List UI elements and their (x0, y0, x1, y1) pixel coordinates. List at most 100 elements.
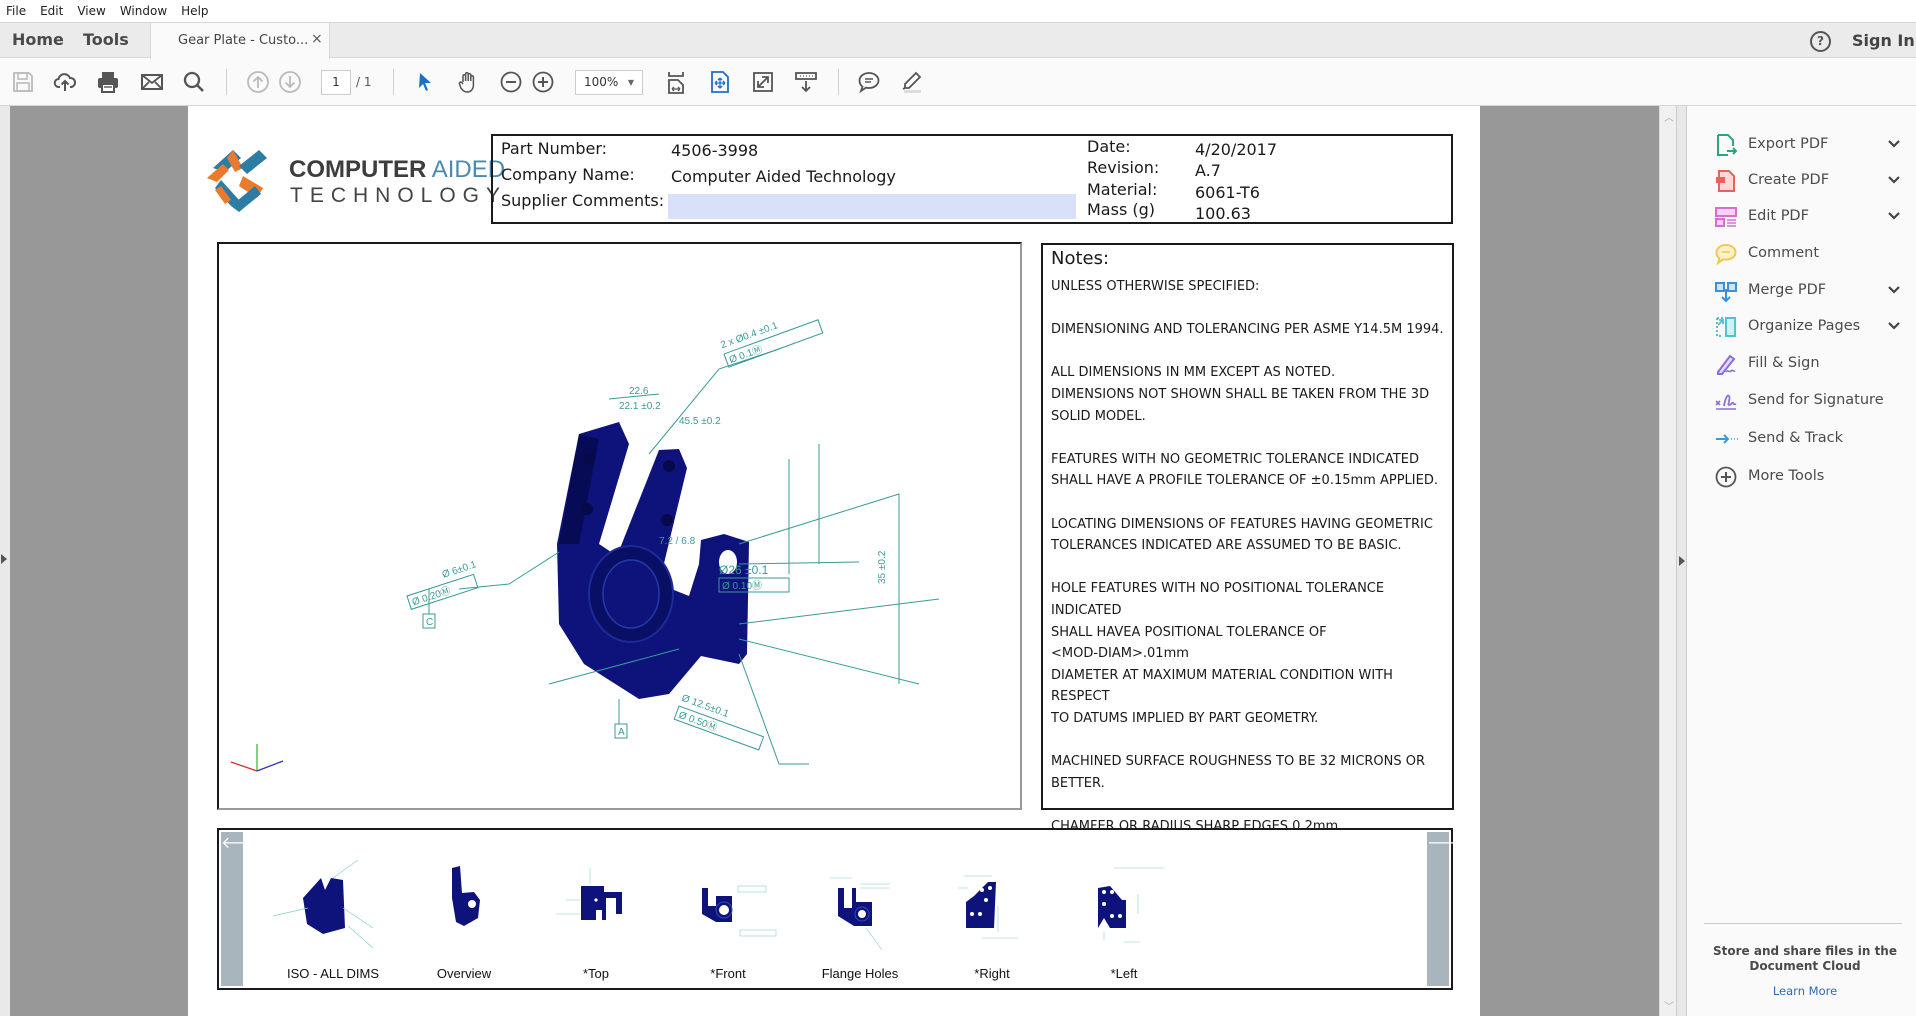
datum-a: A (618, 727, 625, 738)
search-icon[interactable] (181, 69, 207, 95)
help-icon[interactable]: ? (1810, 31, 1831, 52)
right-panel-toggle[interactable] (1676, 106, 1687, 1016)
note-line: SHALL HAVE A PROFILE TOLERANCE OF ±0.15m… (1051, 473, 1438, 489)
tool-item-label: Fill & Sign (1748, 355, 1820, 371)
note-line (1051, 341, 1444, 363)
sign-in-button[interactable]: Sign In (1852, 31, 1915, 50)
view-thumbnail[interactable]: ISO - ALL DIMS (263, 838, 403, 986)
note-line: BETTER. (1051, 775, 1105, 791)
full-screen-icon[interactable] (750, 69, 776, 95)
export-pdf-icon (1717, 134, 1738, 156)
tool-item-comment[interactable]: Comment (1687, 236, 1916, 272)
title-block: Part Number: 4506-3998 Company Name: Com… (491, 134, 1453, 224)
mass-label: Mass (g) (1087, 200, 1156, 219)
page-total: / 1 (356, 75, 372, 89)
tab-document[interactable]: Gear Plate - Custo... × (150, 23, 330, 59)
menu-view[interactable]: View (77, 4, 105, 18)
previous-view-arrow-icon[interactable]: 🡐 (221, 832, 264, 986)
tool-item-create-pdf[interactable]: Create PDF (1687, 163, 1916, 199)
chevron-down-icon[interactable] (1885, 171, 1903, 189)
tool-item-more-tools[interactable]: More Tools (1687, 459, 1916, 495)
tool-item-label: Create PDF (1748, 172, 1830, 188)
more-tools-icon (1715, 466, 1737, 488)
vertical-scrollbar[interactable]: ︿ ﹀ (1659, 106, 1676, 1016)
collapse-right-panel-icon[interactable] (1679, 556, 1685, 566)
view-thumbnail[interactable]: *Left (1054, 838, 1194, 986)
notes-panel: Notes: UNLESS OTHERWISE SPECIFIED: DIMENS… (1041, 243, 1454, 834)
scroll-up-icon[interactable]: ︿ (1664, 109, 1674, 124)
view-thumbnail[interactable]: *Front (658, 838, 798, 986)
tool-item-fill-sign[interactable]: Fill & Sign (1687, 346, 1916, 382)
chevron-down-icon[interactable] (1885, 281, 1903, 299)
3d-model-drawing[interactable]: 2 x Ø0.4 ±0.1 Ø 0.1Ⓜ Ø 6±0.1 Ø 0.20Ⓜ Ø 1… (219, 244, 1022, 810)
email-icon[interactable] (139, 69, 165, 95)
previous-page-icon[interactable] (245, 69, 271, 95)
material-label: Material: (1087, 180, 1158, 199)
note-line: FEATURES WITH NO GEOMETRIC TOLERANCE IND… (1051, 451, 1419, 467)
close-tab-icon[interactable]: × (311, 31, 323, 47)
note-line: SOLID MODEL. (1051, 408, 1146, 424)
part-solid[interactable] (557, 422, 749, 699)
tool-item-edit-pdf[interactable]: Edit PDF (1687, 199, 1916, 235)
note-line: MACHINED SURFACE ROUGHNESS TO BE 32 MICR… (1051, 754, 1426, 770)
create-pdf-icon (1716, 170, 1735, 192)
next-view-arrow-icon[interactable]: 🡒 (1427, 832, 1470, 986)
supplier-comments-field[interactable] (668, 194, 1076, 219)
menu-file[interactable]: File (6, 4, 26, 18)
tool-item-send-track[interactable]: Send & Track (1687, 421, 1916, 457)
tool-item-organize-pages[interactable]: Organize Pages (1687, 309, 1916, 345)
chevron-down-icon[interactable] (1885, 207, 1903, 225)
logo-wordmark-line2: TECHNOLOGY (290, 184, 508, 207)
logo-wordmark-line1: COMPUTER AIDED (289, 156, 505, 184)
zoom-in-icon[interactable] (530, 69, 556, 95)
note-line (1051, 298, 1444, 320)
fit-width-icon[interactable] (663, 69, 689, 95)
menu-edit[interactable]: Edit (40, 4, 63, 18)
notes-list: UNLESS OTHERWISE SPECIFIED: DIMENSIONING … (1051, 276, 1444, 837)
view-thumbnail[interactable]: *Right (922, 838, 1062, 986)
learn-more-link[interactable]: Learn More (1707, 984, 1903, 998)
left-panel-toggle[interactable] (0, 106, 10, 1016)
menu-help[interactable]: Help (181, 4, 208, 18)
chevron-down-icon[interactable] (1885, 135, 1903, 153)
fill-sign-icon (1717, 354, 1736, 375)
tab-tools[interactable]: Tools (83, 30, 129, 49)
tab-home[interactable]: Home (12, 30, 64, 49)
zoom-out-icon[interactable] (498, 69, 524, 95)
note-line: TOLERANCES INDICATED ARE ASSUMED TO BE B… (1051, 538, 1402, 554)
view-thumbnail-strip: 🡐 ISO - ALL DIMS Overview *Top *Front Flange… (217, 828, 1470, 990)
tool-item-merge-pdf[interactable]: Merge PDF (1687, 273, 1916, 309)
view-thumbnail[interactable]: *Top (526, 838, 666, 986)
upload-cloud-icon[interactable] (52, 69, 78, 95)
page-number-input[interactable]: 1 (321, 70, 351, 95)
annotation-bore-26: Ø26 ±0.1 (719, 563, 769, 577)
note-line (1051, 427, 1444, 449)
hand-tool-icon[interactable] (455, 69, 481, 95)
tool-item-label: Comment (1748, 245, 1820, 261)
highlight-pen-icon[interactable] (898, 69, 924, 95)
view-thumbnail-label: Overview (436, 966, 492, 981)
save-icon[interactable] (10, 69, 36, 95)
fit-page-icon[interactable] (707, 69, 733, 95)
tool-item-send-for-signature[interactable]: Send for Signature (1687, 383, 1916, 419)
3d-model-view[interactable]: 2 x Ø0.4 ±0.1 Ø 0.1Ⓜ Ø 6±0.1 Ø 0.20Ⓜ Ø 1… (217, 242, 1022, 810)
view-thumbnail[interactable]: Overview (394, 838, 534, 986)
view-thumbnail[interactable]: Flange Holes (790, 838, 930, 986)
comment-icon (1715, 243, 1737, 266)
scroll-down-icon[interactable]: ﹀ (1664, 998, 1674, 1013)
view-thumbnail-label: *Right (974, 966, 1010, 981)
print-icon[interactable] (95, 69, 121, 95)
date-label: Date: (1087, 137, 1131, 156)
chevron-down-icon[interactable] (1885, 317, 1903, 335)
scroll-mode-icon[interactable] (793, 69, 819, 95)
menu-window[interactable]: Window (120, 4, 167, 18)
note-line: TO DATUMS IMPLIED BY PART GEOMETRY. (1051, 710, 1319, 726)
cat-logo-icon (207, 150, 267, 212)
zoom-level-dropdown[interactable]: 100% ▼ (575, 70, 643, 95)
view-thumbnail-image (958, 875, 1018, 939)
expand-left-panel-icon[interactable] (1, 554, 7, 564)
select-cursor-icon[interactable] (412, 69, 438, 95)
next-page-icon[interactable] (277, 69, 303, 95)
comment-icon[interactable] (856, 69, 882, 95)
tool-item-export-pdf[interactable]: Export PDF (1687, 127, 1916, 163)
